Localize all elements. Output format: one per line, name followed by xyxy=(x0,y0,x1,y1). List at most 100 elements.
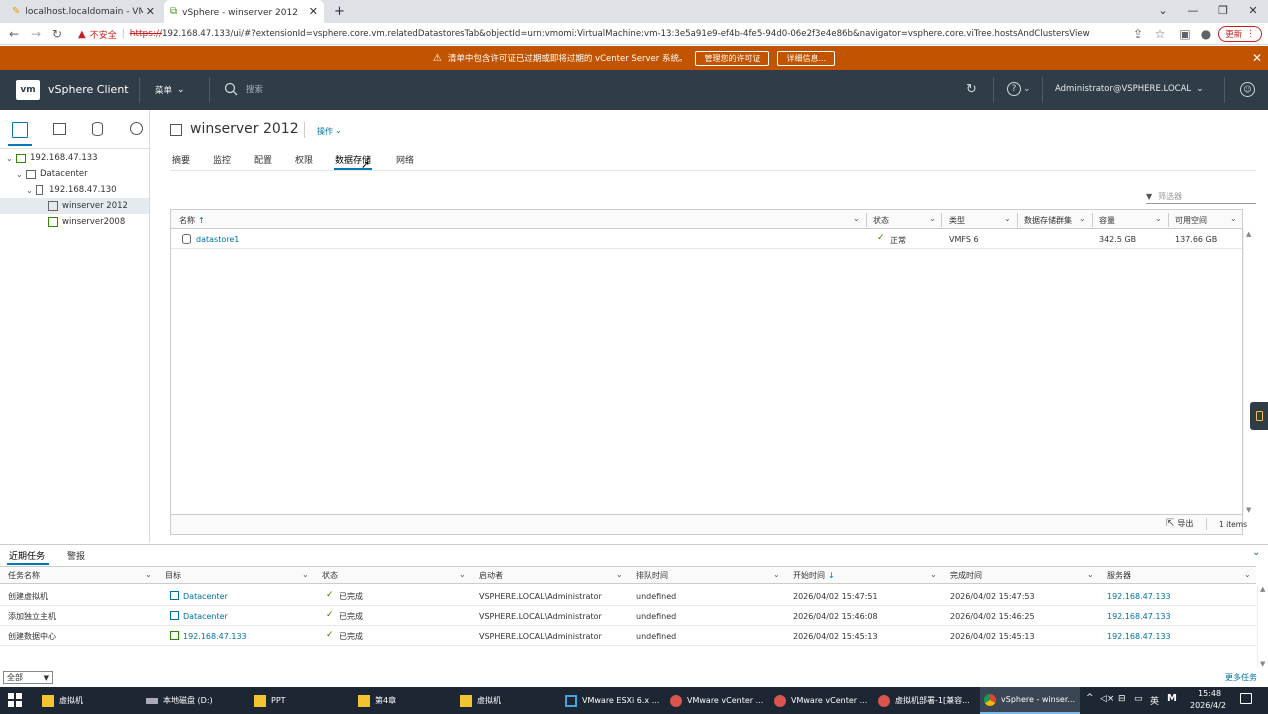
details-button[interactable]: 详细信息... xyxy=(777,50,836,66)
maximize-icon[interactable]: ❐ xyxy=(1208,0,1238,20)
column-menu-icon[interactable]: ⌄ xyxy=(616,570,623,579)
taskbar-item-folder[interactable]: 虚拟机 xyxy=(456,687,556,714)
tree-item-vm-winserver2012[interactable]: winserver 2012 xyxy=(0,198,149,214)
column-menu-icon[interactable]: ⌄ xyxy=(1230,214,1237,223)
browser-tab-vsphere[interactable]: ⧉ vSphere - winserver 2012 - 数据 ✕ xyxy=(164,0,324,23)
taskbar-item-folder[interactable]: PPT xyxy=(250,687,348,714)
collapse-panel-icon[interactable]: ⌄ xyxy=(1252,547,1260,558)
share-icon[interactable]: ⇪ xyxy=(1130,26,1146,42)
column-menu-icon[interactable]: ⌄ xyxy=(1244,570,1251,579)
tab-permissions[interactable]: 权限 xyxy=(295,153,313,166)
column-menu-icon[interactable]: ⌄ xyxy=(145,570,152,579)
close-tab-icon[interactable]: ✕ xyxy=(309,5,318,18)
tab-alarms[interactable]: 警报 xyxy=(67,549,85,562)
scroll-up-icon[interactable]: ▲ xyxy=(1260,585,1265,593)
column-menu-icon[interactable]: ⌄ xyxy=(853,214,860,223)
taskbar-date[interactable]: 2026/4/2 xyxy=(1190,701,1226,710)
column-separator[interactable] xyxy=(1092,213,1093,227)
update-button[interactable]: 更新 ⋮ xyxy=(1218,26,1262,42)
datastore-name-link[interactable]: datastore1 xyxy=(196,235,239,244)
network-icon[interactable]: ⊟ xyxy=(1118,694,1126,704)
column-menu-icon[interactable]: ⌄ xyxy=(1079,214,1086,223)
column-header-capacity[interactable]: 容量 xyxy=(1099,211,1115,229)
forward-arrow-icon[interactable]: → xyxy=(28,26,44,42)
scroll-down-icon[interactable]: ▼ xyxy=(1260,660,1265,668)
export-button[interactable]: ⇱ 导出 xyxy=(1166,518,1193,529)
column-header-status[interactable]: 状态 xyxy=(873,211,889,229)
close-window-icon[interactable]: ✕ xyxy=(1238,0,1268,20)
taskbar-item-chrome[interactable]: vSphere - winser... xyxy=(980,687,1080,714)
url-bar[interactable]: ▲ 不安全 | https:// 192.168.47.133/ui/#?ext… xyxy=(78,27,1090,41)
column-header-cluster[interactable]: 数据存储群集 xyxy=(1024,211,1072,229)
column-menu-icon[interactable]: ⌄ xyxy=(302,570,309,579)
taskbar-item-doc[interactable]: 虚拟机部署-1[兼容... xyxy=(874,687,978,714)
task-col-initiator[interactable]: 启动者 xyxy=(479,567,503,583)
side-panel-toggle[interactable] xyxy=(1250,402,1268,430)
battery-icon[interactable]: ▭ xyxy=(1134,694,1143,704)
input-language[interactable]: 英 xyxy=(1150,694,1159,707)
tab-summary[interactable]: 摘要 xyxy=(172,153,190,166)
task-col-start[interactable]: 开始时间 ↓ xyxy=(793,567,835,583)
manage-license-button[interactable]: 管理您的许可证 xyxy=(695,50,770,66)
vms-templates-tab-icon[interactable] xyxy=(53,123,66,135)
actions-dropdown[interactable]: 操作 ⌄ xyxy=(317,126,342,137)
refresh-icon[interactable]: ↻ xyxy=(966,82,977,97)
minimize-icon[interactable]: — xyxy=(1178,0,1208,20)
taskbar-time[interactable]: 15:48 xyxy=(1198,689,1221,698)
column-header-name[interactable]: 名称 ↑ xyxy=(179,211,205,229)
profile-icon[interactable]: ● xyxy=(1198,26,1214,42)
task-filter-select[interactable]: 全部 ▼ xyxy=(3,671,53,684)
user-menu[interactable]: Administrator@VSPHERE.LOCAL ⌄ xyxy=(1055,84,1204,94)
browser-tab-esxi[interactable]: ✎ localhost.localdomain - VMwa ✕ xyxy=(6,0,161,23)
help-menu[interactable]: ? ⌄ xyxy=(1007,82,1031,96)
hosts-clusters-tab-icon[interactable] xyxy=(12,122,28,138)
tasks-scrollbar[interactable]: ▲ ▼ xyxy=(1257,585,1268,668)
tree-item-datacenter[interactable]: ⌄ Datacenter xyxy=(0,166,149,182)
taskbar-item-folder[interactable]: 第4章 xyxy=(354,687,452,714)
ime-icon[interactable]: M xyxy=(1167,693,1177,704)
volume-icon[interactable]: ◁× xyxy=(1100,694,1114,704)
menu-dropdown[interactable]: 菜单 ⌄ xyxy=(155,84,185,96)
taskbar-item-drive[interactable]: 本地磁盘 (D:) xyxy=(142,687,246,714)
tray-chevron-icon[interactable]: ^ xyxy=(1086,693,1094,703)
column-separator[interactable] xyxy=(1017,213,1018,227)
windows-start-icon[interactable] xyxy=(8,693,22,707)
column-menu-icon[interactable]: ⌄ xyxy=(773,570,780,579)
more-tasks-link[interactable]: 更多任务 xyxy=(1225,672,1257,683)
global-search[interactable]: 搜索 xyxy=(224,82,263,96)
column-menu-icon[interactable]: ⌄ xyxy=(1155,214,1162,223)
close-tab-icon[interactable]: ✕ xyxy=(146,5,155,18)
back-arrow-icon[interactable]: ← xyxy=(6,26,22,42)
column-header-type[interactable]: 类型 xyxy=(949,211,965,229)
tab-recent-tasks[interactable]: 近期任务 xyxy=(9,549,45,562)
column-separator[interactable] xyxy=(866,213,867,227)
task-server-link[interactable]: 192.168.47.133 xyxy=(1107,607,1171,625)
task-target-link[interactable]: 192.168.47.133 xyxy=(183,627,247,645)
column-menu-icon[interactable]: ⌄ xyxy=(929,214,936,223)
tab-search-icon[interactable]: ⌄ xyxy=(1148,0,1178,20)
sidepanel-icon[interactable]: ▣ xyxy=(1177,26,1193,42)
taskbar-item-vcenter-2[interactable]: VMware vCenter ... xyxy=(770,687,872,714)
new-tab-button[interactable]: + xyxy=(328,0,346,23)
tab-networks[interactable]: 网络 xyxy=(396,153,414,166)
tree-item-host[interactable]: ⌄ 192.168.47.130 xyxy=(0,182,149,198)
task-server-link[interactable]: 192.168.47.133 xyxy=(1107,587,1171,605)
column-header-free-space[interactable]: 可用空间 xyxy=(1175,211,1207,229)
app-title[interactable]: vSphere Client xyxy=(48,83,129,96)
column-separator[interactable] xyxy=(1168,213,1169,227)
task-col-name[interactable]: 任务名称 xyxy=(8,567,40,583)
scroll-up-icon[interactable]: ▲ xyxy=(1246,230,1251,238)
task-server-link[interactable]: 192.168.47.133 xyxy=(1107,627,1171,645)
feedback-smiley-icon[interactable]: ☺ xyxy=(1240,82,1255,97)
scroll-down-icon[interactable]: ▼ xyxy=(1246,506,1251,514)
taskbar-item-vcenter-1[interactable]: VMware vCenter ... xyxy=(666,687,768,714)
task-target-link[interactable]: Datacenter xyxy=(183,607,228,625)
taskbar-item-folder[interactable]: 虚拟机 xyxy=(38,687,136,714)
column-menu-icon[interactable]: ⌄ xyxy=(459,570,466,579)
task-col-target[interactable]: 目标 xyxy=(165,567,181,583)
networking-tab-icon[interactable] xyxy=(130,122,143,135)
column-menu-icon[interactable]: ⌄ xyxy=(1004,214,1011,223)
tab-monitor[interactable]: 监控 xyxy=(213,153,231,166)
column-menu-icon[interactable]: ⌄ xyxy=(930,570,937,579)
reload-icon[interactable]: ↻ xyxy=(49,26,65,42)
